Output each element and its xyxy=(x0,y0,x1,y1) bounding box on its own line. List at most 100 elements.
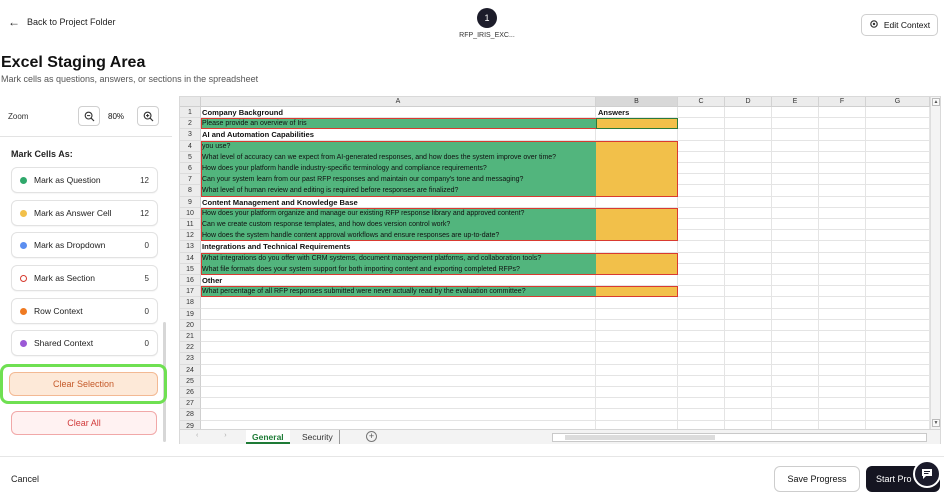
sheet-tab-security[interactable]: Security xyxy=(296,430,340,444)
column-header-d[interactable]: D xyxy=(725,97,772,107)
cancel-button[interactable]: Cancel xyxy=(11,474,39,484)
row-context-button[interactable]: Row Context 0 xyxy=(11,298,158,324)
gear-icon xyxy=(869,19,879,31)
row-header[interactable]: 27 xyxy=(180,398,201,410)
footer-divider xyxy=(0,456,944,457)
section-cell[interactable]: AI and Automation Capabilities xyxy=(201,129,596,140)
back-to-project-link[interactable]: ← Back to Project Folder xyxy=(8,15,116,29)
edit-context-button[interactable]: Edit Context xyxy=(861,14,938,36)
section-cell[interactable]: Other xyxy=(201,275,596,286)
row-header[interactable]: 22 xyxy=(180,342,201,354)
row-header[interactable]: 20 xyxy=(180,319,201,331)
header-cell[interactable]: Answers xyxy=(596,107,678,118)
column-header-g[interactable]: G xyxy=(866,97,930,107)
column-header-f[interactable]: F xyxy=(819,97,866,107)
row-header[interactable]: 14 xyxy=(180,252,201,264)
row-header[interactable]: 25 xyxy=(180,375,201,387)
gridline xyxy=(201,352,930,354)
mark-item-count: 5 xyxy=(144,273,149,283)
question-group-outline xyxy=(201,207,678,242)
scroll-up-icon[interactable]: ▲ xyxy=(932,98,940,106)
mark-as-dropdown-button[interactable]: Mark as Dropdown 0 xyxy=(11,232,158,258)
mark-item-count: 0 xyxy=(144,240,149,250)
mark-item-count: 12 xyxy=(140,208,149,218)
row-header[interactable]: 7 xyxy=(180,174,201,186)
spreadsheet-viewer: A B C D E F G 1 Company Background Answers 2 Please… xyxy=(179,96,941,444)
row-header[interactable]: 28 xyxy=(180,409,201,421)
row-header[interactable]: 1 xyxy=(180,107,201,119)
row-header[interactable]: 8 xyxy=(180,185,201,197)
chat-icon[interactable] xyxy=(913,460,941,488)
mark-as-question-button[interactable]: Mark as Question 12 xyxy=(11,167,158,193)
row-header[interactable]: 16 xyxy=(180,275,201,287)
select-all-corner[interactable] xyxy=(180,97,201,107)
question-color-dot xyxy=(20,176,27,184)
zoom-out-button[interactable] xyxy=(78,106,100,126)
question-group-outline xyxy=(201,286,678,298)
row-header[interactable]: 12 xyxy=(180,230,201,242)
zoom-label: Zoom xyxy=(8,112,29,121)
add-sheet-icon[interactable]: + xyxy=(366,431,377,442)
row-header[interactable]: 3 xyxy=(180,129,201,141)
sidebar: Zoom 80% Mark Cells As: Mark as Question… xyxy=(0,96,172,448)
sheet-nav-arrows-icon[interactable]: ‹ › xyxy=(196,432,239,439)
section-cell[interactable]: Company Background xyxy=(201,107,596,118)
row-header[interactable]: 10 xyxy=(180,207,201,219)
row-header[interactable]: 6 xyxy=(180,163,201,175)
row-header[interactable]: 23 xyxy=(180,353,201,365)
section-color-dot xyxy=(20,274,27,282)
row-header[interactable]: 24 xyxy=(180,364,201,376)
save-progress-button[interactable]: Save Progress xyxy=(774,466,860,492)
arrow-left-icon: ← xyxy=(8,15,20,29)
scroll-down-icon[interactable]: ▼ xyxy=(932,419,940,427)
question-group-outline xyxy=(201,140,678,197)
vertical-scrollbar[interactable]: ▲ ▼ xyxy=(930,97,940,429)
row-header[interactable]: 4 xyxy=(180,140,201,152)
spreadsheet-grid[interactable]: A B C D E F G 1 Company Background Answers 2 Please… xyxy=(180,97,930,429)
sheet-tab-general[interactable]: General xyxy=(246,430,290,444)
row-header[interactable]: 5 xyxy=(180,151,201,163)
shared-context-color-dot xyxy=(20,339,27,347)
row-header[interactable]: 21 xyxy=(180,331,201,343)
mark-item-count: 0 xyxy=(144,338,149,348)
mark-as-answer-button[interactable]: Mark as Answer Cell 12 xyxy=(11,200,158,226)
zoom-value: 80% xyxy=(108,112,125,121)
shared-context-button[interactable]: Shared Context 0 xyxy=(11,330,158,356)
row-header[interactable]: 19 xyxy=(180,308,201,320)
dropdown-color-dot xyxy=(20,241,27,249)
clear-selection-button[interactable]: Clear Selection xyxy=(9,372,158,396)
mark-as-section-button[interactable]: Mark as Section 5 xyxy=(11,265,158,291)
section-cell[interactable]: Integrations and Technical Requirements xyxy=(201,241,596,252)
column-header-b[interactable]: B xyxy=(596,97,678,107)
row-header[interactable]: 15 xyxy=(180,263,201,275)
gridline xyxy=(201,419,930,421)
gridline xyxy=(201,386,930,387)
zoom-out-icon xyxy=(84,111,94,121)
row-header[interactable]: 26 xyxy=(180,387,201,399)
active-cell-b2[interactable] xyxy=(596,118,678,130)
horizontal-scrollbar[interactable] xyxy=(552,433,927,442)
row-header[interactable]: 2 xyxy=(180,118,201,130)
mark-item-label: Mark as Question xyxy=(34,175,101,185)
horizontal-scroll-thumb[interactable] xyxy=(565,435,715,440)
zoom-in-button[interactable] xyxy=(137,106,159,126)
answer-color-dot xyxy=(20,209,27,217)
row-header[interactable]: 17 xyxy=(180,286,201,298)
row-header[interactable]: 9 xyxy=(180,196,201,208)
column-header-c[interactable]: C xyxy=(678,97,725,107)
gridline xyxy=(201,341,930,343)
mark-item-label: Row Context xyxy=(34,306,83,316)
sheet-tabs-bar: ‹ › General Security + xyxy=(180,429,940,444)
column-header-a[interactable]: A xyxy=(201,97,596,107)
clear-all-button[interactable]: Clear All xyxy=(11,411,157,435)
row-header[interactable]: 11 xyxy=(180,219,201,231)
mark-cells-title: Mark Cells As: xyxy=(11,149,73,159)
row-header[interactable]: 18 xyxy=(180,297,201,309)
row-header[interactable]: 13 xyxy=(180,241,201,253)
gridline xyxy=(724,107,725,429)
section-cell[interactable]: Content Management and Knowledge Base xyxy=(201,197,596,208)
column-header-e[interactable]: E xyxy=(772,97,819,107)
clear-selection-highlight: Clear Selection xyxy=(0,364,167,404)
row-header[interactable]: 29 xyxy=(180,420,201,429)
top-bar: ← Back to Project Folder 1 RFP_IRIS_EXC.… xyxy=(0,0,944,50)
